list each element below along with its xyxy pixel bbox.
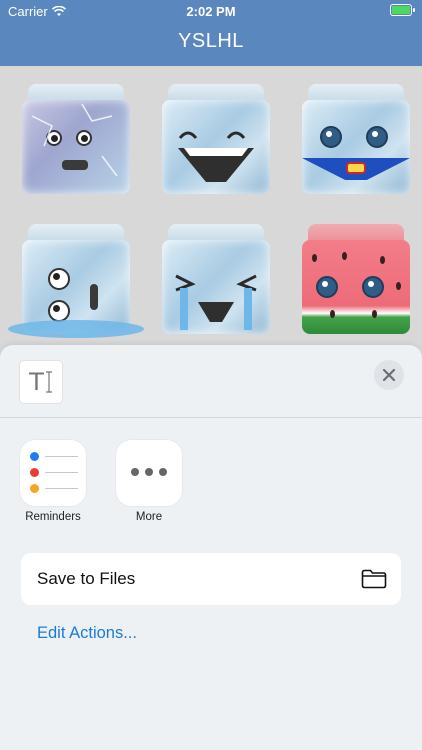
folder-icon — [361, 569, 387, 589]
close-icon — [383, 369, 395, 381]
reminders-icon — [20, 440, 86, 506]
sticker-melting-ice-cube[interactable] — [8, 224, 144, 338]
shared-item-thumbnail: T — [20, 361, 62, 403]
text-cursor-icon — [45, 371, 52, 393]
save-to-files-button[interactable]: Save to Files — [21, 553, 401, 605]
share-sheet: T Reminders More Save to Files Edit Acti… — [0, 345, 422, 750]
sticker-superhero-ice-cube[interactable] — [302, 84, 410, 194]
clock: 2:02 PM — [186, 4, 236, 19]
sticker-grid — [0, 66, 422, 366]
action-label: Save to Files — [37, 569, 136, 588]
share-app-more[interactable]: More — [116, 440, 182, 523]
status-bar: Carrier 2:02 PM — [0, 0, 422, 22]
crying-face — [175, 274, 257, 330]
share-apps-row: Reminders More — [20, 440, 182, 523]
sticker-angry-cracked-ice-cube[interactable] — [22, 84, 130, 194]
sticker-crying-ice-cube[interactable] — [162, 224, 270, 334]
more-icon — [116, 440, 182, 506]
share-app-label: More — [135, 511, 163, 523]
sticker-grinning-ice-cube[interactable] — [162, 84, 270, 194]
text-glyph: T — [29, 368, 44, 396]
share-app-label: Reminders — [25, 511, 81, 523]
share-app-reminders[interactable]: Reminders — [20, 440, 86, 523]
close-button[interactable] — [374, 360, 404, 390]
edit-actions-link[interactable]: Edit Actions... — [37, 624, 137, 643]
navigation-bar: Carrier 2:02 PM YSLHL — [0, 0, 422, 66]
crack-lines — [31, 103, 118, 177]
battery-icon — [390, 4, 415, 16]
grin-face — [178, 131, 254, 182]
sticker-watermelon-cube[interactable] — [302, 224, 410, 334]
share-sheet-header: T — [0, 345, 422, 418]
page-title: YSLHL — [178, 30, 244, 52]
